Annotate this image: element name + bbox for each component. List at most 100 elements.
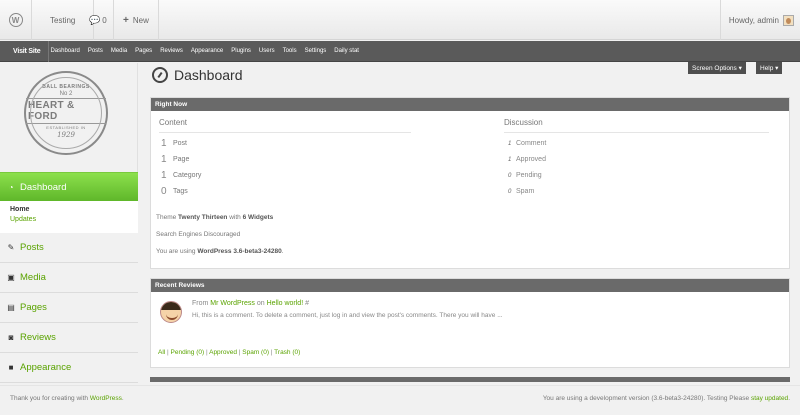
brand-logo: BALL BEARINGS No 2 HEART & FORD ESTABLIS… (24, 71, 108, 155)
media-icon: ▣ (7, 273, 15, 282)
widgets-link[interactable]: 6 Widgets (243, 214, 274, 221)
sidebar-item-label: Reviews (20, 332, 56, 343)
stat-label: Post (173, 140, 188, 147)
discussion-count: 0 (508, 172, 512, 179)
right-now-heading[interactable]: Right Now (151, 98, 789, 111)
version-number: WordPress 3.6-beta3-24280 (197, 248, 282, 255)
menu-item-posts[interactable]: Posts (88, 48, 110, 54)
account-menu[interactable]: Howdy, admin (719, 0, 800, 40)
footer-credit-suffix: . (121, 395, 124, 402)
theme-name-link[interactable]: Twenty Thirteen (178, 214, 227, 221)
stat-tags[interactable]: 0 Tags (161, 186, 188, 197)
stat-label: Page (173, 156, 190, 163)
wordpress-logo-menu[interactable]: W (0, 0, 32, 40)
search-engines-status[interactable]: Search Engines Discouraged (156, 231, 240, 238)
sidebar-item-appearance[interactable]: ■ Appearance (0, 353, 138, 383)
new-content-button[interactable]: + New (114, 0, 159, 40)
sidebar-item-reviews[interactable]: ◙ Reviews (0, 323, 138, 353)
menu-item-appearance[interactable]: Appearance (191, 48, 230, 54)
menu-item-reviews[interactable]: Reviews (160, 48, 190, 54)
filter-spam-link[interactable]: Spam (0) (242, 349, 269, 356)
stat-label: Category (173, 172, 202, 179)
sidebar-item-media[interactable]: ▣ Media (0, 263, 138, 293)
dashboard-gauge-icon (152, 67, 168, 83)
sidebar-item-posts[interactable]: ✎ Posts (0, 233, 138, 263)
discussion-spam[interactable]: 0 Spam (508, 188, 534, 195)
review-post-link[interactable]: Hello world! (267, 300, 304, 307)
discussion-count: 1 (508, 156, 512, 163)
menu-item-plugins[interactable]: Plugins (231, 48, 258, 54)
stat-label: Tags (173, 188, 188, 195)
comments-link[interactable]: 💬 0 (79, 0, 114, 40)
stat-count: 1 (161, 170, 167, 181)
brand-line-2: No 2 (59, 90, 73, 97)
discussion-label: Pending (516, 172, 542, 179)
discussion-pending[interactable]: 0 Pending (508, 172, 542, 179)
visit-site-link[interactable]: Visit Site (0, 40, 50, 62)
dashboard-icon: ◔ (8, 182, 14, 192)
sidebar-item-label: Appearance (20, 362, 72, 373)
menu-item-daily-stat[interactable]: Daily stat (334, 48, 366, 54)
next-panel-header (150, 377, 790, 382)
wordpress-link[interactable]: WordPress (90, 395, 122, 402)
submenu-updates[interactable]: Updates (10, 216, 128, 223)
site-name-label: Testing (50, 15, 76, 25)
theme-with: with (227, 214, 243, 221)
sidebar-item-pages[interactable]: ▤ Pages (0, 293, 138, 323)
content-heading: Content (159, 118, 188, 127)
review-author-link[interactable]: Mr WordPress (210, 300, 255, 307)
menu-item-dashboard[interactable]: Dashboard (50, 48, 86, 54)
discussion-heading: Discussion (504, 118, 543, 127)
footer-version-suffix: . (788, 395, 790, 402)
comment-bubble-icon: 💬 (89, 14, 101, 25)
review-permalink[interactable]: # (303, 300, 309, 307)
stay-updated-link[interactable]: stay updated (751, 395, 788, 402)
footer-version: You are using a development version (3.6… (543, 395, 790, 402)
comment-count: 0 (102, 15, 107, 25)
review-meta: From Mr WordPress on Hello world! # (192, 300, 309, 307)
sidebar-item-label: Posts (20, 242, 44, 253)
menu-item-media[interactable]: Media (111, 48, 134, 54)
submenu-home[interactable]: Home (10, 206, 128, 213)
menu-item-users[interactable]: Users (259, 48, 282, 54)
appearance-icon: ■ (8, 363, 14, 372)
menu-item-pages[interactable]: Pages (135, 48, 159, 54)
plus-icon: + (123, 14, 129, 26)
content-divider (159, 132, 411, 133)
version-prefix: You are using (156, 248, 198, 255)
discussion-label: Approved (516, 156, 546, 163)
discussion-approved[interactable]: 1 Approved (508, 156, 546, 163)
right-now-panel: Right Now Content Discussion 1 Post 1 Pa… (150, 97, 790, 269)
discussion-comments[interactable]: 1 Comment (508, 140, 546, 147)
recent-reviews-heading[interactable]: Recent Reviews (151, 279, 789, 292)
menu-item-tools[interactable]: Tools (283, 48, 304, 54)
filter-approved-link[interactable]: Approved (209, 349, 237, 356)
help-button[interactable]: Help ▾ (756, 62, 783, 74)
sidebar-item-label: Media (20, 272, 46, 283)
stat-pages[interactable]: 1 Page (161, 154, 189, 165)
discussion-count: 0 (508, 188, 512, 195)
page-title: Dashboard (152, 67, 243, 83)
stat-categories[interactable]: 1 Category (161, 170, 201, 181)
recent-reviews-panel: Recent Reviews From Mr WordPress on Hell… (150, 278, 790, 368)
howdy-label: Howdy, admin (728, 15, 779, 25)
brand-line-1: BALL BEARINGS (42, 83, 90, 90)
discussion-divider (504, 132, 769, 133)
filter-pending-link[interactable]: Pending (0) (171, 349, 205, 356)
discussion-label: Spam (516, 188, 535, 195)
review-filter-links: All | Pending (0) | Approved | Spam (0) … (158, 349, 300, 356)
review-excerpt: Hi, this is a comment. To delete a comme… (192, 312, 503, 319)
sidebar-item-dashboard[interactable]: ◔ Dashboard (0, 172, 138, 201)
brand-line-3: HEART & FORD (26, 97, 106, 124)
footer-credit: Thank you for creating with WordPress. (10, 395, 124, 402)
brand-line-5: 1929 (57, 130, 75, 139)
theme-prefix: Theme (156, 214, 179, 221)
version-info: You are using WordPress 3.6-beta3-24280. (156, 248, 284, 255)
menu-item-settings[interactable]: Settings (305, 48, 334, 54)
stat-posts[interactable]: 1 Post (161, 138, 187, 149)
new-label: New (132, 15, 149, 25)
admin-footer: Thank you for creating with WordPress. Y… (0, 385, 800, 415)
sidebar-item-label: Pages (20, 302, 47, 313)
filter-trash-link[interactable]: Trash (0) (274, 349, 300, 356)
screen-options-button[interactable]: Screen Options ▾ (688, 62, 746, 74)
